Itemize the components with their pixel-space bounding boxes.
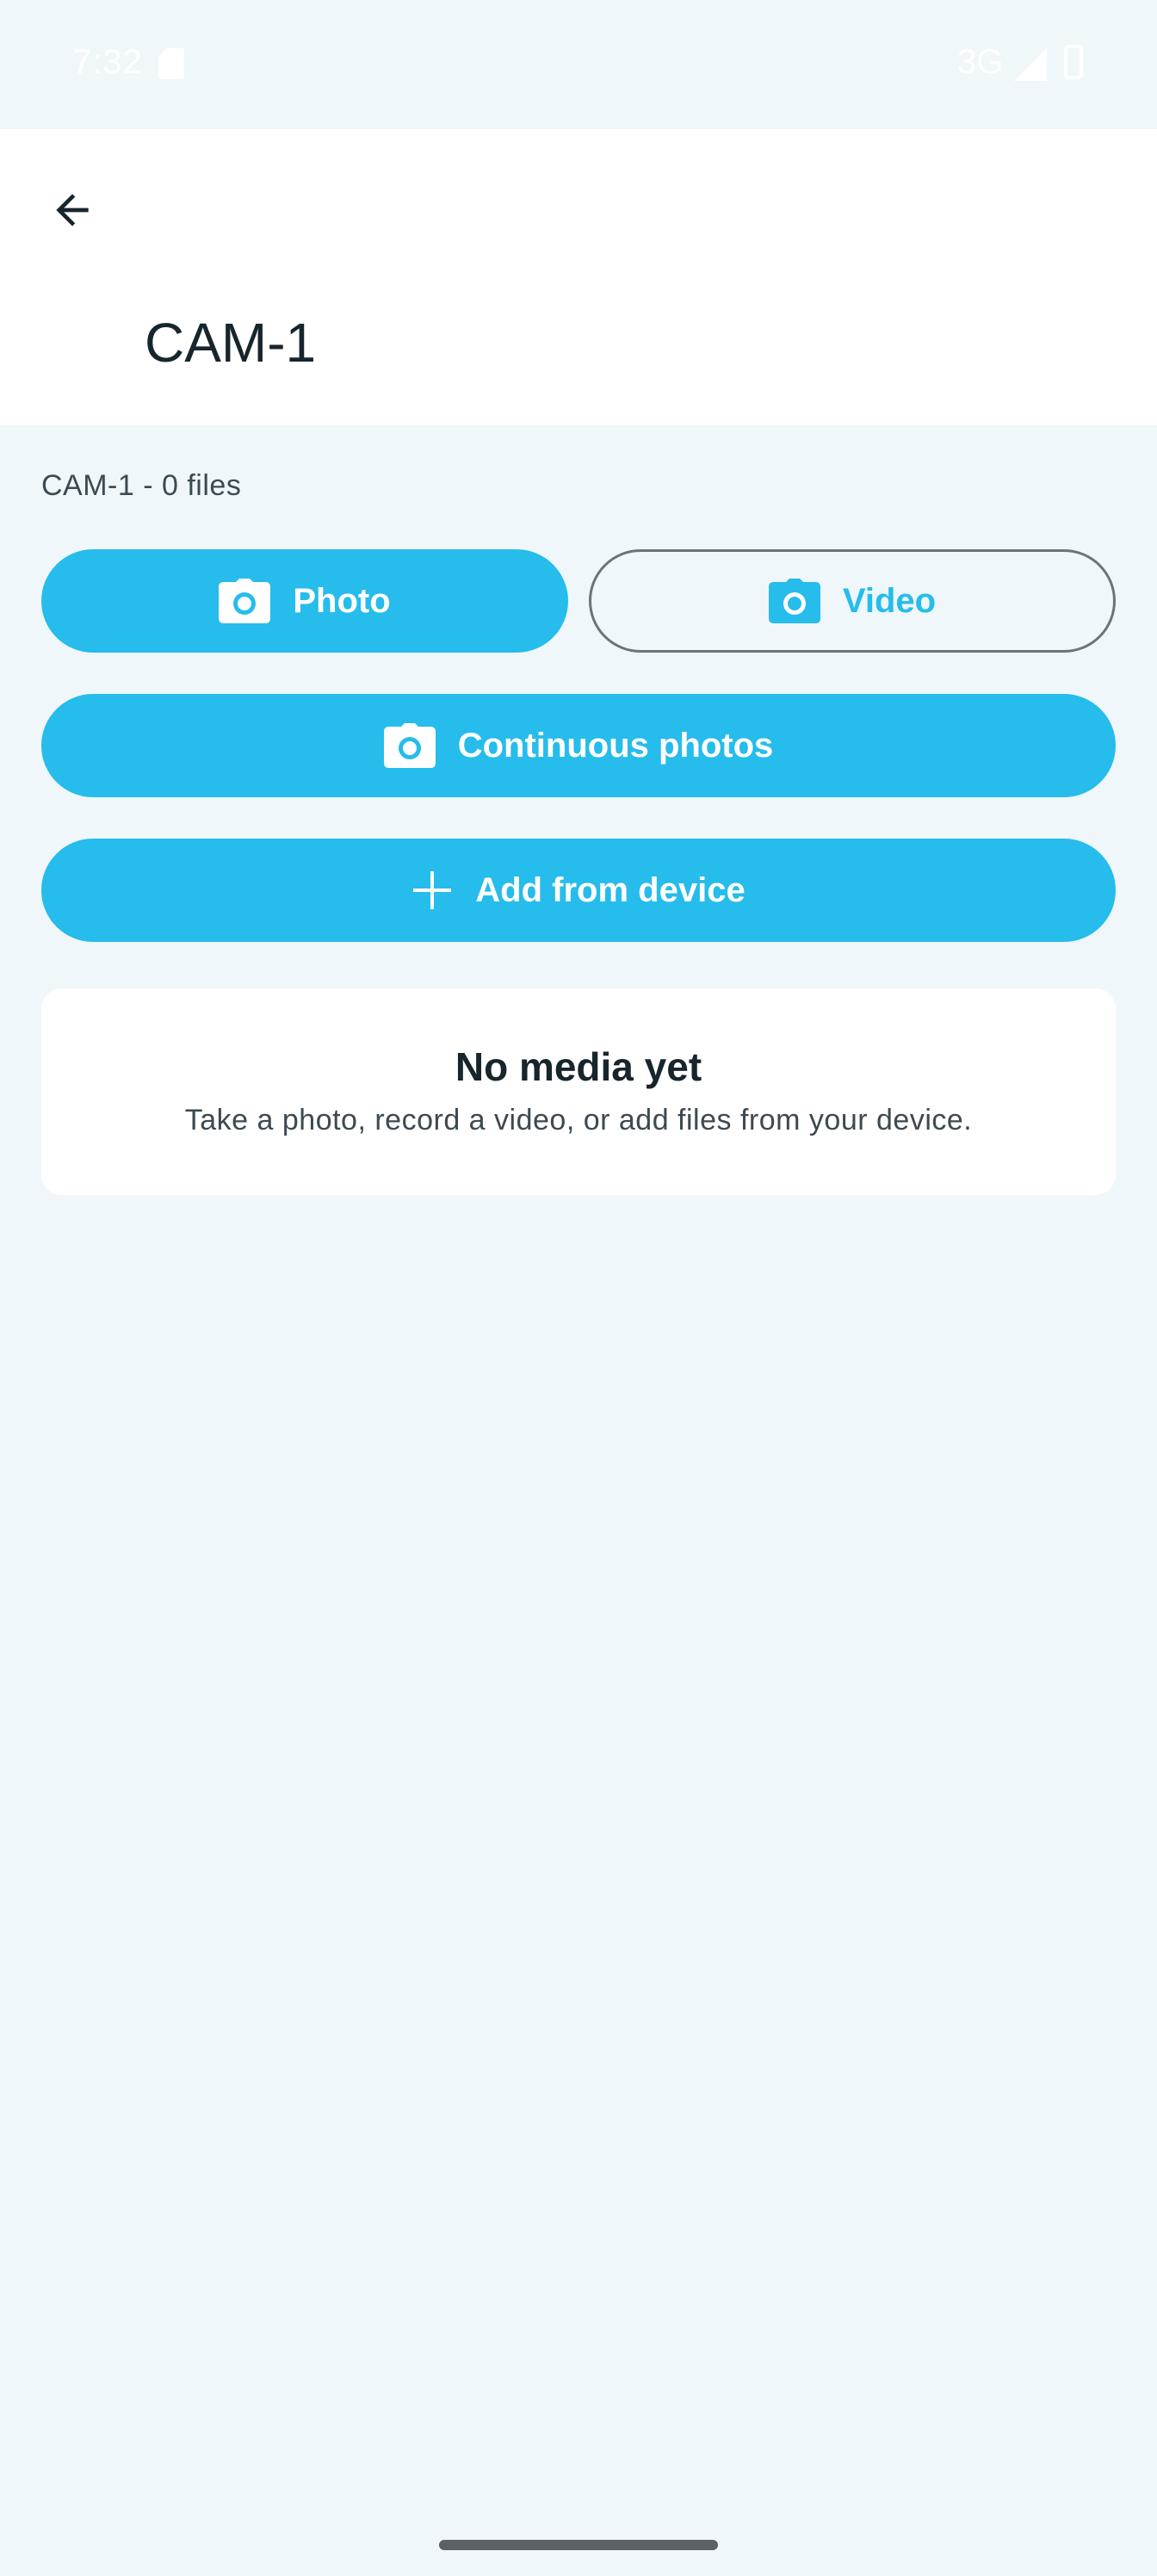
camera-icon <box>768 579 820 623</box>
empty-state-title: No media yet <box>455 1044 702 1089</box>
status-time: 7:32 <box>72 43 143 81</box>
video-button[interactable]: Video <box>589 549 1116 653</box>
status-bar: 7:32 3G <box>0 0 1157 129</box>
app-bar <box>0 129 1157 425</box>
continuous-photos-button[interactable]: Continuous photos <box>41 694 1116 797</box>
back-button[interactable] <box>38 177 107 246</box>
network-type: 3G <box>957 43 1004 81</box>
video-button-label: Video <box>842 581 937 620</box>
add-from-device-button[interactable]: Add from device <box>41 839 1116 942</box>
arrow-back-icon <box>48 186 96 238</box>
camera-icon <box>383 723 436 768</box>
signal-icon <box>1014 48 1047 81</box>
photo-button[interactable]: Photo <box>41 549 568 653</box>
plus-icon <box>411 870 453 911</box>
add-from-device-label: Add from device <box>475 870 746 909</box>
empty-state-subtitle: Take a photo, record a video, or add fil… <box>184 1104 973 1136</box>
sd-card-icon <box>158 48 184 79</box>
photo-button-label: Photo <box>293 581 391 620</box>
continuous-photos-label: Continuous photos <box>457 726 774 765</box>
battery-icon <box>1064 45 1083 79</box>
files-count-caption: CAM-1 - 0 files <box>41 469 242 502</box>
camera-icon <box>219 579 271 623</box>
home-indicator[interactable] <box>439 2540 718 2550</box>
page-title: CAM-1 <box>145 312 317 374</box>
empty-state-card: No media yet Take a photo, record a vide… <box>41 988 1116 1195</box>
